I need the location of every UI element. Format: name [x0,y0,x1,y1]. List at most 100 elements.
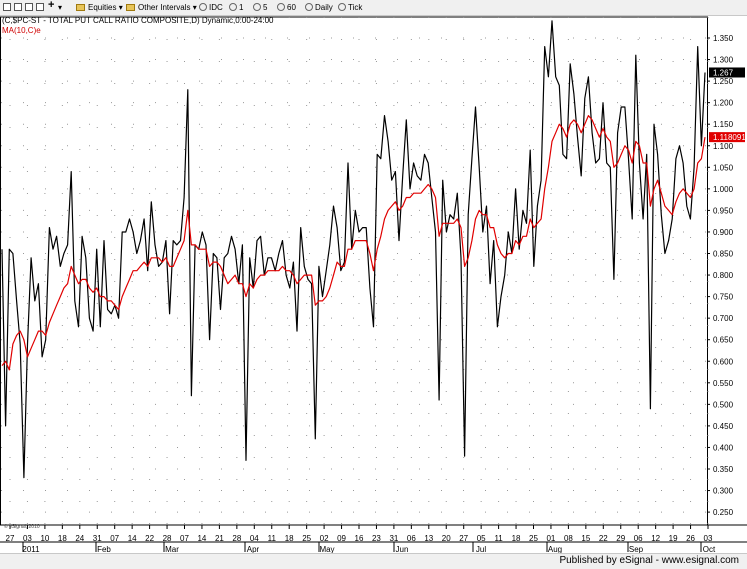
y-tick-label: 1.200 [713,99,734,108]
x-day-label: 26 [686,534,695,543]
x-day-label: 16 [355,534,364,543]
y-tick-label: 0.350 [713,465,734,474]
properties-icon[interactable] [36,3,44,11]
interval-1[interactable]: 1 [229,2,243,13]
last-ma-label: 1.118091 [713,133,746,142]
folder-icon [126,4,135,11]
y-tick-label: 1.050 [713,163,734,172]
print-icon[interactable] [25,3,33,11]
y-tick-label: 1.250 [713,77,734,86]
y-tick-label: 0.300 [713,487,734,496]
y-tick-label: 0.450 [713,422,734,431]
interval-tick[interactable]: Tick [338,2,362,13]
x-day-label: 24 [75,534,84,543]
x-month-label: Sep [629,545,644,553]
x-day-label: 22 [599,534,608,543]
ma-study-label: MA(10,C)e [2,26,41,35]
x-day-label: 03 [23,534,32,543]
x-day-label: 10 [40,534,49,543]
x-day-label: 20 [442,534,451,543]
clock-icon [277,3,285,11]
y-tick-label: 1.300 [713,56,734,65]
clock-icon [305,3,313,11]
x-day-label: 28 [163,534,172,543]
x-day-label: 27 [6,534,15,543]
clock-icon [253,3,261,11]
y-tick-label: 0.850 [713,250,734,259]
x-day-label: 25 [302,534,311,543]
y-tick-label: 1.000 [713,185,734,194]
x-day-label: 21 [215,534,224,543]
x-day-label: 28 [232,534,241,543]
y-tick-label: 1.350 [713,34,734,43]
x-day-label: 23 [372,534,381,543]
price-series-line [1,20,706,479]
x-day-label: 13 [424,534,433,543]
x-day-label: 08 [564,534,573,543]
y-tick-label: 0.600 [713,357,734,366]
other-intervals-menu[interactable]: Other Intervals ▾ [126,2,197,13]
y-tick-label: 0.550 [713,379,734,388]
x-day-label: 09 [337,534,346,543]
x-day-label: 06 [634,534,643,543]
y-tick-label: 0.500 [713,400,734,409]
x-month-label: Apr [247,545,260,553]
open-chart-icon[interactable] [3,3,11,11]
x-month-label: Mar [165,545,179,553]
x-day-label: 22 [145,534,154,543]
y-tick-label: 0.750 [713,293,734,302]
footer-text: Published by eSignal - www.esignal.com [559,555,739,566]
plot-frame [0,16,708,526]
x-month-label: Jul [476,545,486,553]
x-month-label: Feb [97,545,111,553]
x-day-label: 02 [320,534,329,543]
dropdown-arrow-icon[interactable]: ▾ [58,2,62,13]
x-day-label: 04 [250,534,259,543]
x-day-label: 18 [512,534,521,543]
x-day-label: 01 [546,534,555,543]
x-day-label: 07 [110,534,119,543]
y-tick-label: 0.950 [713,206,734,215]
x-day-label: 18 [285,534,294,543]
x-month-label: Jun [396,545,409,553]
x-day-label: 14 [197,534,206,543]
y-tick-label: 0.400 [713,443,734,452]
x-day-label: 31 [93,534,102,543]
x-day-label: 11 [268,534,277,543]
x-month-label: Aug [548,545,562,553]
x-day-label: 03 [704,534,713,543]
y-tick-label: 1.150 [713,120,734,129]
last-price-label: 1.267 [713,68,734,77]
x-day-label: 27 [459,534,468,543]
equities-menu[interactable]: Equities ▾ [76,2,123,13]
watermark: © eSignal, 2010 [4,524,40,530]
x-day-label: 18 [58,534,67,543]
x-day-label: 07 [180,534,189,543]
x-day-label: 29 [616,534,625,543]
x-month-label: 2011 [22,545,40,553]
clock-icon [338,3,346,11]
y-tick-label: 0.650 [713,336,734,345]
x-day-label: 05 [477,534,486,543]
interval-daily[interactable]: Daily [305,2,333,13]
footer-bar: Published by eSignal - www.esignal.com [0,553,747,569]
x-month-label: Oct [703,545,716,553]
save-icon[interactable] [14,3,22,11]
x-day-label: 15 [581,534,590,543]
toolbar: + ▾ Equities ▾ Other Intervals ▾ IDC 1 5… [0,0,747,16]
x-day-label: 19 [669,534,678,543]
chart-title: (C,$PC-ST - TOTAL PUT CALL RATIO COMPOSI… [2,16,274,25]
chart-area[interactable]: 1.350 1.300 1.250 1.200 1.150 1.100 1.050 1.000… [0,15,747,553]
clock-icon [199,3,207,11]
add-icon[interactable]: + [48,0,54,11]
y-tick-label: 0.800 [713,271,734,280]
y-tick-label: 0.250 [713,508,734,517]
clock-icon [229,3,237,11]
interval-5[interactable]: 5 [253,2,267,13]
folder-icon [76,4,85,11]
x-day-label: 25 [529,534,538,543]
interval-60[interactable]: 60 [277,2,296,13]
x-day-label: 06 [407,534,416,543]
interval-idc[interactable]: IDC [199,2,223,13]
y-tick-label: 0.900 [713,228,734,237]
